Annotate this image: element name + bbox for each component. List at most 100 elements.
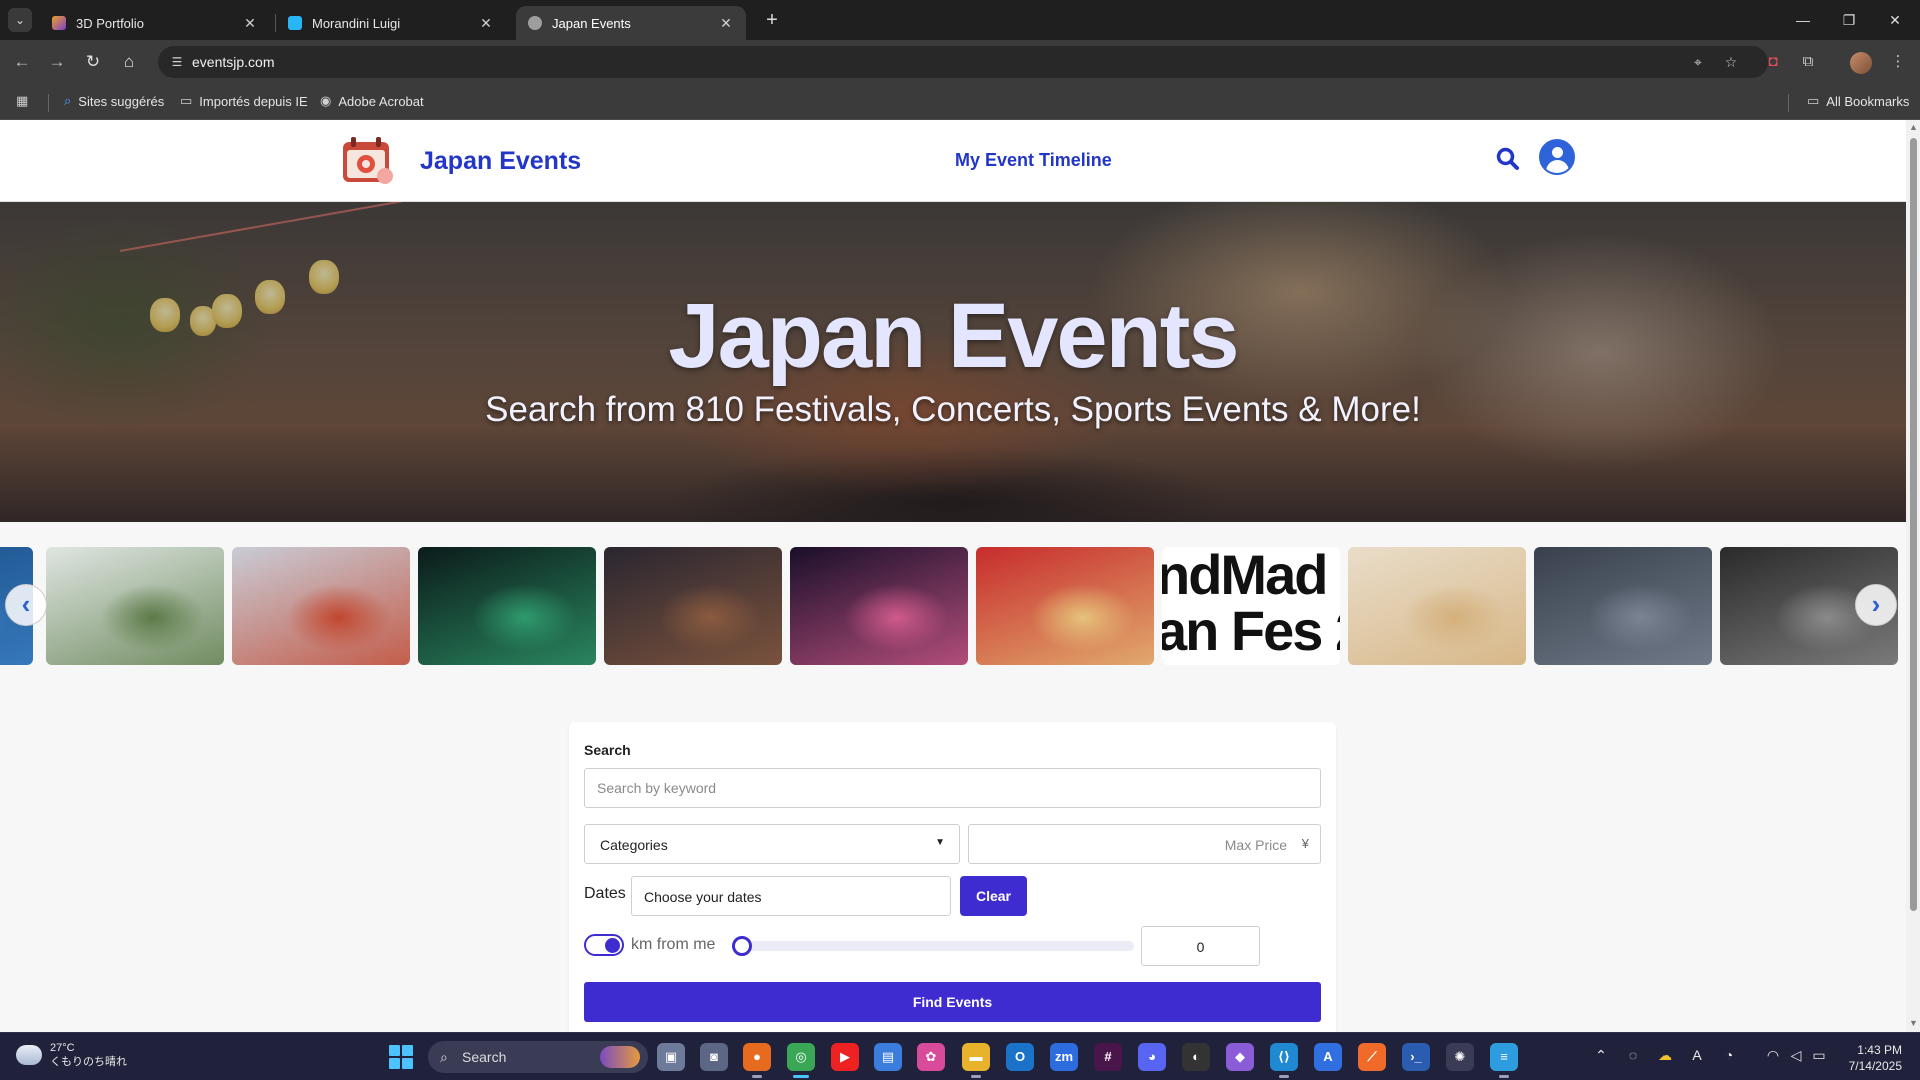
chrome-icon[interactable]: ◎ bbox=[787, 1043, 815, 1078]
color-app-icon[interactable]: ✿ bbox=[917, 1043, 945, 1071]
calendar-logo-icon[interactable] bbox=[341, 134, 395, 186]
restore-icon[interactable]: ❐ bbox=[1826, 0, 1872, 40]
extensions-icon[interactable]: ⧉ bbox=[1796, 50, 1820, 74]
tab-japan-events[interactable]: Japan Events ✕ bbox=[516, 6, 746, 40]
bookmark-imported-ie[interactable]: ▭ Importés depuis IE bbox=[180, 93, 308, 109]
carousel-thumbnail[interactable] bbox=[976, 547, 1154, 665]
copilot-icon[interactable]: ◆ bbox=[1226, 1043, 1254, 1071]
km-value: 0 bbox=[1196, 939, 1205, 955]
minimize-icon[interactable]: — bbox=[1780, 0, 1826, 40]
distance-slider-track[interactable] bbox=[737, 941, 1134, 951]
carousel-thumbnail[interactable]: ndMadan Fes 2 bbox=[1162, 547, 1340, 665]
file-explorer-icon[interactable]: ▬ bbox=[962, 1043, 990, 1078]
search-icon[interactable] bbox=[1495, 146, 1521, 172]
carousel-thumbnail[interactable] bbox=[46, 547, 224, 665]
user-avatar-icon[interactable] bbox=[1539, 139, 1575, 175]
outlook-icon[interactable]: O bbox=[1006, 1043, 1034, 1071]
bookmark-suggested-sites[interactable]: ⌕ Sites suggérés bbox=[64, 93, 164, 109]
firefox-icon[interactable]: ● bbox=[743, 1043, 771, 1078]
address-bar[interactable]: ☰ eventsjp.com ⌖ ☆ bbox=[158, 46, 1768, 78]
scrollbar-thumb[interactable] bbox=[1910, 138, 1917, 911]
apps-grid-icon[interactable]: ▦ bbox=[16, 93, 28, 109]
max-price-input[interactable]: Max Price ¥ bbox=[968, 824, 1321, 864]
windows-start-icon[interactable] bbox=[389, 1045, 413, 1069]
menu-icon[interactable]: ⋮ bbox=[1886, 50, 1910, 74]
carousel-thumbnail[interactable] bbox=[790, 547, 968, 665]
github-icon[interactable]: ◐ bbox=[1182, 1043, 1210, 1071]
tab-search-button[interactable]: ⌄ bbox=[8, 8, 32, 32]
task-view-icon[interactable]: ▣ bbox=[657, 1043, 685, 1071]
site-brand[interactable]: Japan Events bbox=[420, 147, 581, 176]
bookmark-label: Adobe Acrobat bbox=[338, 93, 424, 109]
slack-icon[interactable]: # bbox=[1094, 1043, 1122, 1071]
globe-favicon-icon bbox=[528, 16, 542, 30]
swift-icon[interactable]: ⟋ bbox=[1358, 1043, 1386, 1071]
home-icon[interactable]: ⌂ bbox=[117, 50, 141, 74]
weather-widget[interactable]: 27°C くもりのち晴れ bbox=[16, 1041, 127, 1069]
app-store-icon[interactable]: A bbox=[1314, 1043, 1342, 1071]
camera-app-icon[interactable]: ◙ bbox=[700, 1043, 728, 1071]
new-tab-button[interactable]: + bbox=[760, 8, 784, 32]
taskbar-search[interactable]: ⌕ Search bbox=[428, 1041, 648, 1073]
carousel-thumbnail[interactable] bbox=[604, 547, 782, 665]
onedrive-icon[interactable]: ☁ bbox=[1655, 1047, 1675, 1064]
tray-app-icon[interactable]: ◌ bbox=[1623, 1047, 1643, 1063]
font-icon[interactable]: A bbox=[1687, 1047, 1707, 1063]
my-event-timeline-link[interactable]: My Event Timeline bbox=[955, 150, 1112, 171]
all-bookmarks-button[interactable]: ▭ All Bookmarks bbox=[1807, 93, 1909, 109]
back-icon[interactable]: ← bbox=[10, 50, 34, 74]
close-tab-icon[interactable]: ✕ bbox=[242, 15, 258, 32]
all-bookmarks-label: All Bookmarks bbox=[1826, 93, 1910, 109]
system-clock[interactable]: 1:43 PM 7/14/2025 bbox=[1842, 1042, 1902, 1074]
carousel-thumbnail[interactable] bbox=[1348, 547, 1526, 665]
bookmarks-bar: ▦ ⌕ Sites suggérés ▭ Importés depuis IE … bbox=[0, 84, 1920, 120]
browser-toolbar: ← → ↻ ⌂ ☰ eventsjp.com ⌖ ☆ ◘ ⧉ ⋮ bbox=[0, 40, 1920, 84]
close-window-icon[interactable]: ✕ bbox=[1872, 0, 1918, 40]
browser-profile-avatar[interactable] bbox=[1850, 52, 1872, 74]
bookmark-adobe-acrobat[interactable]: ◉ Adobe Acrobat bbox=[320, 93, 424, 109]
ms-store-icon[interactable]: ▤ bbox=[874, 1043, 902, 1071]
url-text[interactable]: eventsjp.com bbox=[192, 54, 274, 70]
carousel-next-icon[interactable]: › bbox=[1855, 584, 1897, 626]
carousel-thumbnail[interactable] bbox=[418, 547, 596, 665]
pocket-extension-icon[interactable]: ◘ bbox=[1761, 50, 1785, 74]
dates-picker[interactable]: Choose your dates bbox=[631, 876, 951, 916]
notepad-icon[interactable]: ≡ bbox=[1490, 1043, 1518, 1078]
volume-icon[interactable]: ◁ bbox=[1786, 1047, 1806, 1064]
tab-morandini-luigi[interactable]: Morandini Luigi ✕ bbox=[276, 6, 506, 40]
weather-description: くもりのち晴れ bbox=[50, 1056, 127, 1068]
battery-icon[interactable]: ▭ bbox=[1809, 1047, 1829, 1064]
location-icon[interactable]: ⌖ bbox=[1688, 52, 1708, 72]
find-events-button[interactable]: Find Events bbox=[584, 982, 1321, 1022]
carousel-thumbnail[interactable] bbox=[1534, 547, 1712, 665]
tab-3d-portfolio[interactable]: 3D Portfolio ✕ bbox=[40, 6, 270, 40]
km-value-input[interactable]: 0 bbox=[1141, 926, 1260, 966]
discord-icon[interactable]: ◕ bbox=[1138, 1043, 1166, 1071]
chatgpt-icon[interactable]: ✺ bbox=[1446, 1043, 1474, 1071]
powershell-icon[interactable]: ›_ bbox=[1402, 1043, 1430, 1071]
reload-icon[interactable]: ↻ bbox=[81, 50, 105, 74]
close-tab-icon[interactable]: ✕ bbox=[718, 15, 734, 32]
zoom-icon[interactable]: zm bbox=[1050, 1043, 1078, 1071]
page-scrollbar[interactable]: ▲ ▼ bbox=[1906, 120, 1920, 1032]
categories-select[interactable]: Categories ▼ bbox=[584, 824, 960, 864]
sync-icon[interactable]: ◔ bbox=[1719, 1047, 1739, 1063]
bookmark-star-icon[interactable]: ☆ bbox=[1721, 52, 1741, 72]
clock-time: 1:43 PM bbox=[1857, 1043, 1902, 1057]
scroll-down-icon[interactable]: ▼ bbox=[1909, 1018, 1918, 1028]
distance-slider-handle[interactable] bbox=[732, 936, 752, 956]
scroll-up-icon[interactable]: ▲ bbox=[1909, 122, 1918, 132]
site-info-icon[interactable]: ☰ bbox=[168, 53, 186, 71]
wifi-icon[interactable]: ◠ bbox=[1763, 1047, 1783, 1064]
clear-dates-button[interactable]: Clear bbox=[960, 876, 1027, 916]
youtube-icon[interactable]: ▶ bbox=[831, 1043, 859, 1071]
cloud-icon bbox=[16, 1045, 42, 1065]
chevron-up-icon[interactable]: ⌃ bbox=[1591, 1047, 1611, 1064]
forward-icon[interactable]: → bbox=[45, 50, 69, 74]
carousel-prev-icon[interactable]: ‹ bbox=[5, 584, 47, 626]
keyword-search-input[interactable] bbox=[584, 768, 1321, 808]
close-tab-icon[interactable]: ✕ bbox=[478, 15, 494, 32]
vscode-icon[interactable]: ⟨⟩ bbox=[1270, 1043, 1298, 1078]
carousel-thumbnail[interactable] bbox=[232, 547, 410, 665]
distance-toggle[interactable] bbox=[584, 934, 624, 956]
